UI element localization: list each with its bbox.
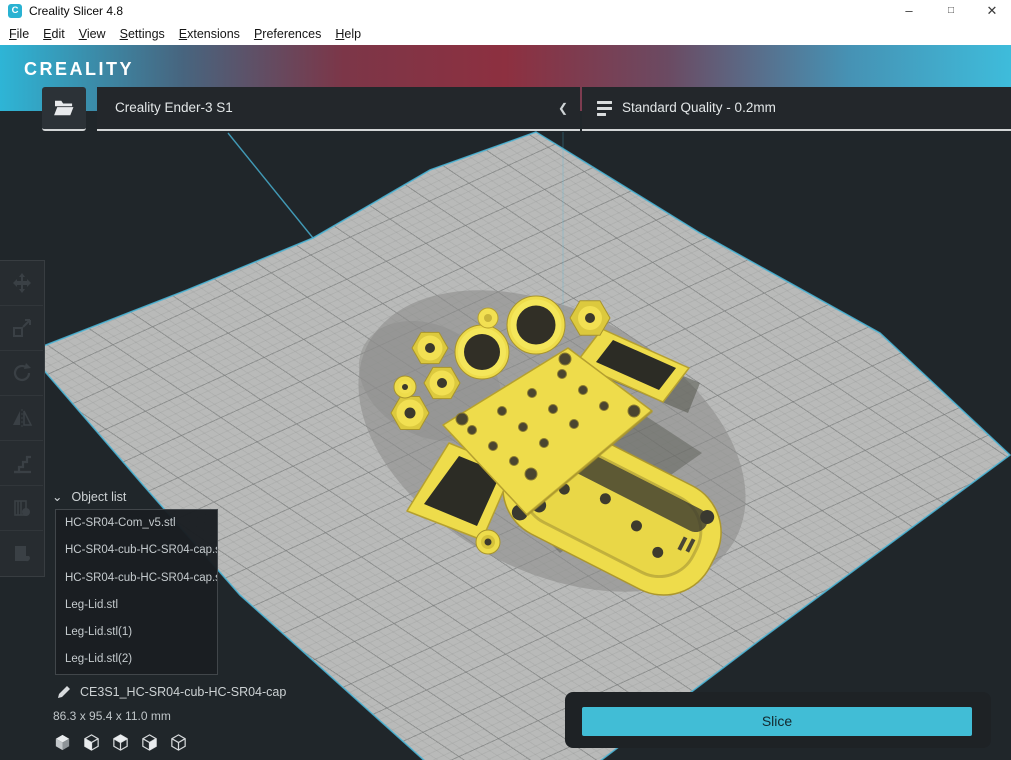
menu-view[interactable]: View	[72, 27, 113, 41]
top-view-icon[interactable]	[111, 733, 130, 752]
layers-icon	[597, 100, 614, 117]
window-title: Creality Slicer 4.8	[29, 4, 123, 18]
open-file-button[interactable]	[42, 87, 86, 131]
chevron-down-icon: ⌄	[52, 489, 62, 504]
object-list-item[interactable]: Leg-Lid.stl(2)	[56, 646, 217, 673]
printer-selector[interactable]: Creality Ender-3 S1 ❮	[97, 87, 580, 131]
support-blocker-button[interactable]	[0, 486, 43, 531]
move-icon	[11, 272, 33, 294]
maximize-button[interactable]: □	[936, 0, 966, 22]
scale-icon	[11, 317, 33, 339]
object-list-header[interactable]: ⌄ Object list	[52, 489, 126, 504]
per-model-settings-button[interactable]	[0, 441, 43, 486]
model-cylinder	[476, 530, 500, 554]
support-blocker-icon	[11, 497, 33, 519]
minimize-button[interactable]: –	[894, 0, 924, 22]
per-model-settings-icon	[11, 452, 33, 474]
app-logo-icon: C	[8, 4, 22, 18]
object-list-item[interactable]: HC-SR04-cub-HC-SR04-cap.stl	[56, 537, 217, 564]
object-list-panel: HC-SR04-Com_v5.stl HC-SR04-cub-HC-SR04-c…	[55, 509, 218, 675]
object-list-item[interactable]: HC-SR04-cub-HC-SR04-cap.st...	[56, 565, 217, 592]
object-list-item[interactable]: HC-SR04-Com_v5.stl	[56, 510, 217, 537]
collapse-chevron-icon[interactable]: ❮	[558, 87, 568, 129]
object-list-item[interactable]: Leg-Lid.stl(1)	[56, 619, 217, 646]
slice-action-panel: Slice	[565, 692, 991, 748]
rotate-icon	[11, 362, 33, 384]
menu-preferences[interactable]: Preferences	[247, 27, 328, 41]
menu-help[interactable]: Help	[328, 27, 368, 41]
selected-model-dimensions: 86.3 x 95.4 x 11.0 mm	[53, 709, 171, 723]
mirror-icon	[11, 407, 33, 429]
model-ring-1[interactable]	[455, 325, 509, 379]
menu-bar: File Edit View Settings Extensions Prefe…	[0, 22, 1011, 45]
printer-name: Creality Ender-3 S1	[115, 87, 233, 129]
slice-button[interactable]: Slice	[582, 707, 972, 736]
menu-extensions[interactable]: Extensions	[172, 27, 247, 41]
tool-panel	[0, 260, 45, 577]
creality-slicer-window: C Creality Slicer 4.8 – □ ✕ File Edit Vi…	[0, 0, 1011, 760]
rotate-tool-button[interactable]	[0, 351, 43, 396]
open-folder-icon	[53, 99, 75, 117]
object-list-title: Object list	[71, 490, 126, 504]
rename-pencil-icon[interactable]	[56, 684, 72, 700]
print-settings-selector[interactable]: Standard Quality - 0.2mm	[582, 87, 1011, 131]
object-list-item[interactable]: Leg-Lid.stl	[56, 592, 217, 619]
menu-file[interactable]: File	[2, 27, 36, 41]
front-view-icon[interactable]	[82, 733, 101, 752]
close-button[interactable]: ✕	[977, 0, 1007, 22]
profile-name: Standard Quality - 0.2mm	[622, 87, 776, 129]
scale-tool-button[interactable]	[0, 306, 43, 351]
left-view-icon[interactable]	[140, 733, 159, 752]
model-dome[interactable]	[478, 308, 498, 328]
selected-model-name[interactable]: CE3S1_HC-SR04-cub-HC-SR04-cap	[80, 685, 286, 699]
custom-supports-icon	[11, 543, 33, 565]
move-tool-button[interactable]	[0, 261, 43, 306]
view-orientation-bar	[53, 733, 188, 752]
menu-edit[interactable]: Edit	[36, 27, 72, 41]
titlebar: C Creality Slicer 4.8 – □ ✕	[0, 0, 1011, 22]
3d-view-icon[interactable]	[53, 733, 72, 752]
model-ring-2[interactable]	[507, 296, 565, 354]
menu-settings[interactable]: Settings	[113, 27, 172, 41]
right-view-icon[interactable]	[169, 733, 188, 752]
creality-logo: CREALITY	[24, 59, 134, 80]
mirror-tool-button[interactable]	[0, 396, 43, 441]
custom-supports-button[interactable]	[0, 531, 43, 576]
